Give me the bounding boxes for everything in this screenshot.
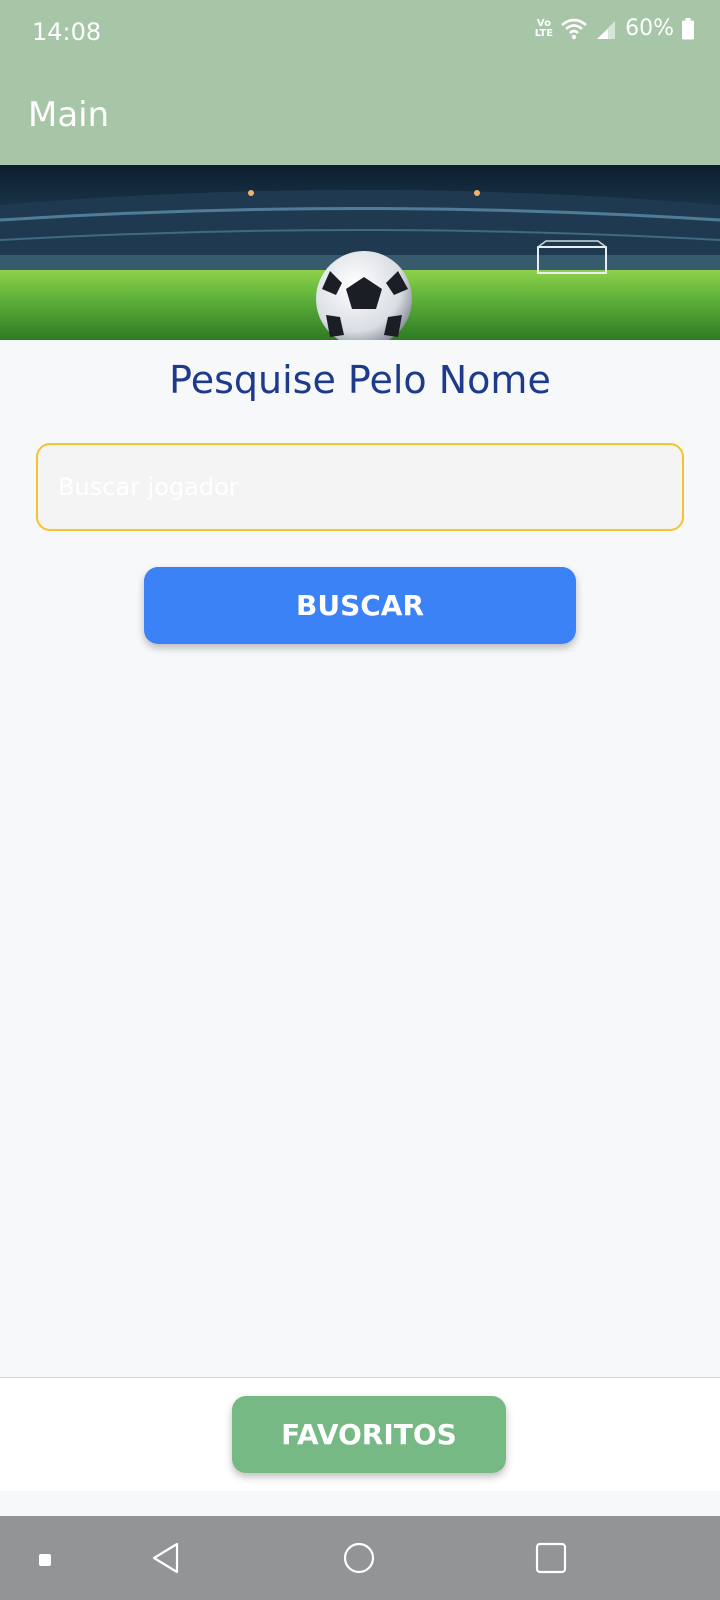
app-header: 14:08 Vo LTE 60% Main xyxy=(0,0,720,165)
search-button[interactable]: BUSCAR xyxy=(144,567,576,644)
system-nav-bar xyxy=(0,1516,720,1600)
search-heading: Pesquise Pelo Nome xyxy=(169,358,551,402)
wifi-icon xyxy=(561,18,587,39)
home-icon[interactable] xyxy=(342,1541,376,1575)
stadium-banner-image xyxy=(0,165,720,340)
player-search-input[interactable] xyxy=(36,443,684,531)
status-time: 14:08 xyxy=(32,18,102,46)
signal-icon xyxy=(597,20,616,39)
favorites-button[interactable]: FAVORITOS xyxy=(232,1396,506,1473)
menu-dot-icon[interactable] xyxy=(39,1554,51,1566)
page-title: Main xyxy=(28,95,110,135)
battery-percent: 60% xyxy=(625,16,674,41)
recents-icon[interactable] xyxy=(535,1541,567,1575)
back-icon[interactable] xyxy=(150,1541,182,1575)
battery-icon xyxy=(682,17,694,39)
status-icons: Vo LTE 60% xyxy=(535,16,694,41)
bottom-bar: FAVORITOS xyxy=(0,1377,720,1491)
volte-icon: Vo LTE xyxy=(534,17,554,39)
